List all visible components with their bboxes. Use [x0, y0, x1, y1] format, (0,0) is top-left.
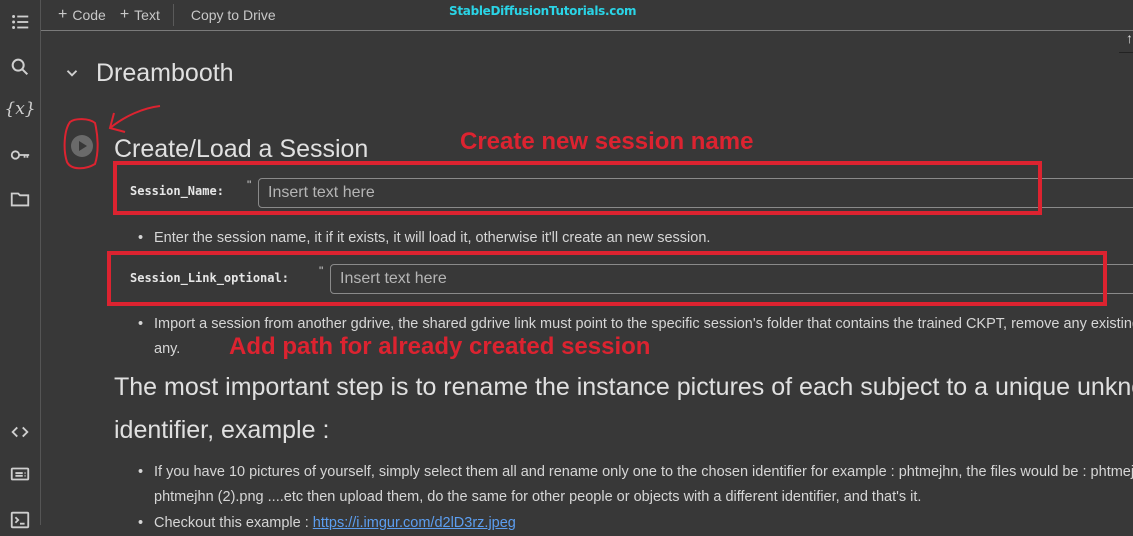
bullet-dot: • — [138, 230, 144, 246]
move-cell-up-icon[interactable]: ↑ — [1119, 30, 1133, 53]
bullet-dot: • — [138, 316, 144, 332]
note-text: Import a session from another gdrive, th… — [154, 316, 1133, 332]
bullet-dot: • — [138, 515, 144, 531]
note-session-name: • Enter the session name, it if it exist… — [138, 226, 711, 251]
note-text: Enter the session name, it if it exists,… — [154, 230, 711, 246]
example-text: If you have 10 pictures of yourself, sim… — [154, 464, 1133, 480]
example-link[interactable]: https://i.imgur.com/d2lD3rz.jpeg — [313, 515, 516, 531]
note-continuation: any. — [154, 341, 181, 357]
add-code-button[interactable]: + Code — [51, 6, 113, 24]
collapse-section-chevron-icon[interactable] — [63, 64, 81, 82]
example-continuation: phtmejhn (2).png ....etc then upload the… — [154, 489, 922, 505]
folder-icon[interactable] — [8, 187, 32, 211]
toolbar-divider — [172, 4, 174, 26]
variables-icon[interactable]: {x} — [4, 97, 35, 121]
table-of-contents-icon[interactable] — [8, 10, 32, 34]
copy-to-drive-label: Copy to Drive — [190, 7, 276, 23]
plus-icon: + — [119, 6, 130, 23]
annotation-add-path: Add path for already created session — [229, 333, 651, 360]
checkout-label: Checkout this example : — [154, 515, 313, 531]
search-icon[interactable] — [8, 55, 32, 79]
command-palette-icon[interactable] — [8, 462, 32, 486]
key-icon[interactable] — [8, 143, 32, 167]
watermark: StableDiffusionTutorials.com — [449, 4, 637, 18]
important-step-line-1: The most important step is to rename the… — [114, 373, 1133, 401]
add-text-button[interactable]: + Text — [113, 6, 167, 24]
example-bullet: • If you have 10 pictures of yourself, s… — [138, 460, 1133, 485]
annotation-box-session-link — [107, 251, 1107, 306]
add-text-label: Text — [134, 7, 160, 23]
add-code-label: Code — [72, 7, 106, 23]
annotation-box-session-name — [113, 161, 1042, 215]
left-sidebar: {x} — [0, 0, 41, 529]
checkout-bullet: • Checkout this example : https://i.imgu… — [138, 511, 516, 536]
code-snippets-icon[interactable] — [8, 420, 32, 444]
copy-to-drive-button[interactable]: Copy to Drive — [184, 7, 283, 23]
important-step-line-2: identifier, example : — [114, 416, 330, 444]
annotation-create-new-session: Create new session name — [460, 128, 754, 155]
section-title: Dreambooth — [96, 59, 234, 87]
bullet-dot: • — [138, 464, 144, 480]
plus-icon: + — [58, 6, 68, 23]
terminal-icon[interactable] — [8, 508, 32, 532]
